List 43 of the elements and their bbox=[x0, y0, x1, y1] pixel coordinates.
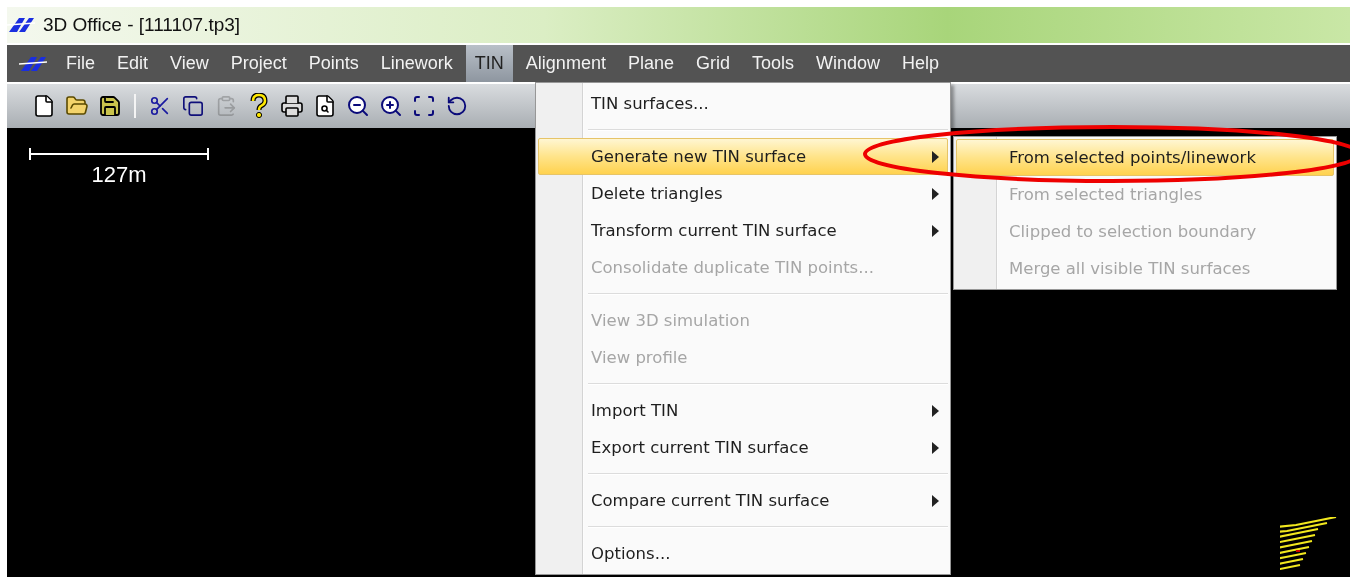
app-logo-icon bbox=[19, 54, 47, 73]
menu-bar-item[interactable]: File bbox=[57, 45, 104, 82]
scissors-icon bbox=[149, 95, 171, 117]
menu-bar-item[interactable]: View bbox=[161, 45, 218, 82]
menu-bar-item[interactable]: Alignment bbox=[516, 45, 615, 82]
copy-icon bbox=[182, 95, 204, 117]
save-icon bbox=[98, 94, 122, 118]
clipboard-icon bbox=[215, 95, 237, 117]
menu-bar-item[interactable]: Project bbox=[221, 45, 296, 82]
menu-item[interactable]: Compare current TIN surface bbox=[538, 482, 948, 519]
toolbar-button[interactable] bbox=[180, 93, 206, 119]
zoom-in-icon bbox=[379, 94, 403, 118]
new-file-icon bbox=[32, 94, 56, 118]
window-title: 3D Office - [111107.tp3] bbox=[43, 14, 241, 36]
toolbar-button[interactable] bbox=[97, 93, 123, 119]
menu-bar-item[interactable]: Linework bbox=[371, 45, 462, 82]
toolbar-button[interactable] bbox=[378, 93, 404, 119]
toolbar-button[interactable] bbox=[345, 93, 371, 119]
menu-item[interactable]: Export current TIN surface bbox=[538, 429, 948, 466]
menu-bar-item[interactable]: Window bbox=[807, 45, 890, 82]
menu-item[interactable]: Options... bbox=[538, 535, 948, 572]
toolbar-button[interactable] bbox=[279, 93, 305, 119]
menu-item[interactable]: From selected points/linework bbox=[956, 139, 1334, 176]
app-logo-icon bbox=[7, 16, 35, 34]
page-magnifier-icon bbox=[313, 94, 337, 118]
menu-bar-item[interactable]: Edit bbox=[108, 45, 158, 82]
question-mark-icon bbox=[250, 93, 268, 119]
zoom-window-icon bbox=[412, 94, 436, 118]
scale-label: 127m bbox=[91, 162, 147, 188]
menu-bar-item[interactable]: Grid bbox=[686, 45, 739, 82]
menu-bar-item[interactable]: Plane bbox=[618, 45, 683, 82]
zoom-out-icon bbox=[346, 94, 370, 118]
printer-icon bbox=[280, 94, 304, 118]
menu-item[interactable]: Generate new TIN surface bbox=[538, 138, 948, 175]
menu-item[interactable]: Delete triangles bbox=[538, 175, 948, 212]
folder-icon bbox=[65, 94, 89, 118]
menu-bar-item[interactable]: Points bbox=[299, 45, 368, 82]
menu-item[interactable]: Import TIN bbox=[538, 392, 948, 429]
menu-item[interactable]: Transform current TIN surface bbox=[538, 212, 948, 249]
menu-bar-item[interactable]: Help bbox=[893, 45, 949, 82]
menu-bar-item[interactable]: Tools bbox=[742, 45, 803, 82]
menu-bar-item[interactable]: TIN bbox=[465, 45, 513, 82]
toolbar-button[interactable] bbox=[411, 93, 437, 119]
